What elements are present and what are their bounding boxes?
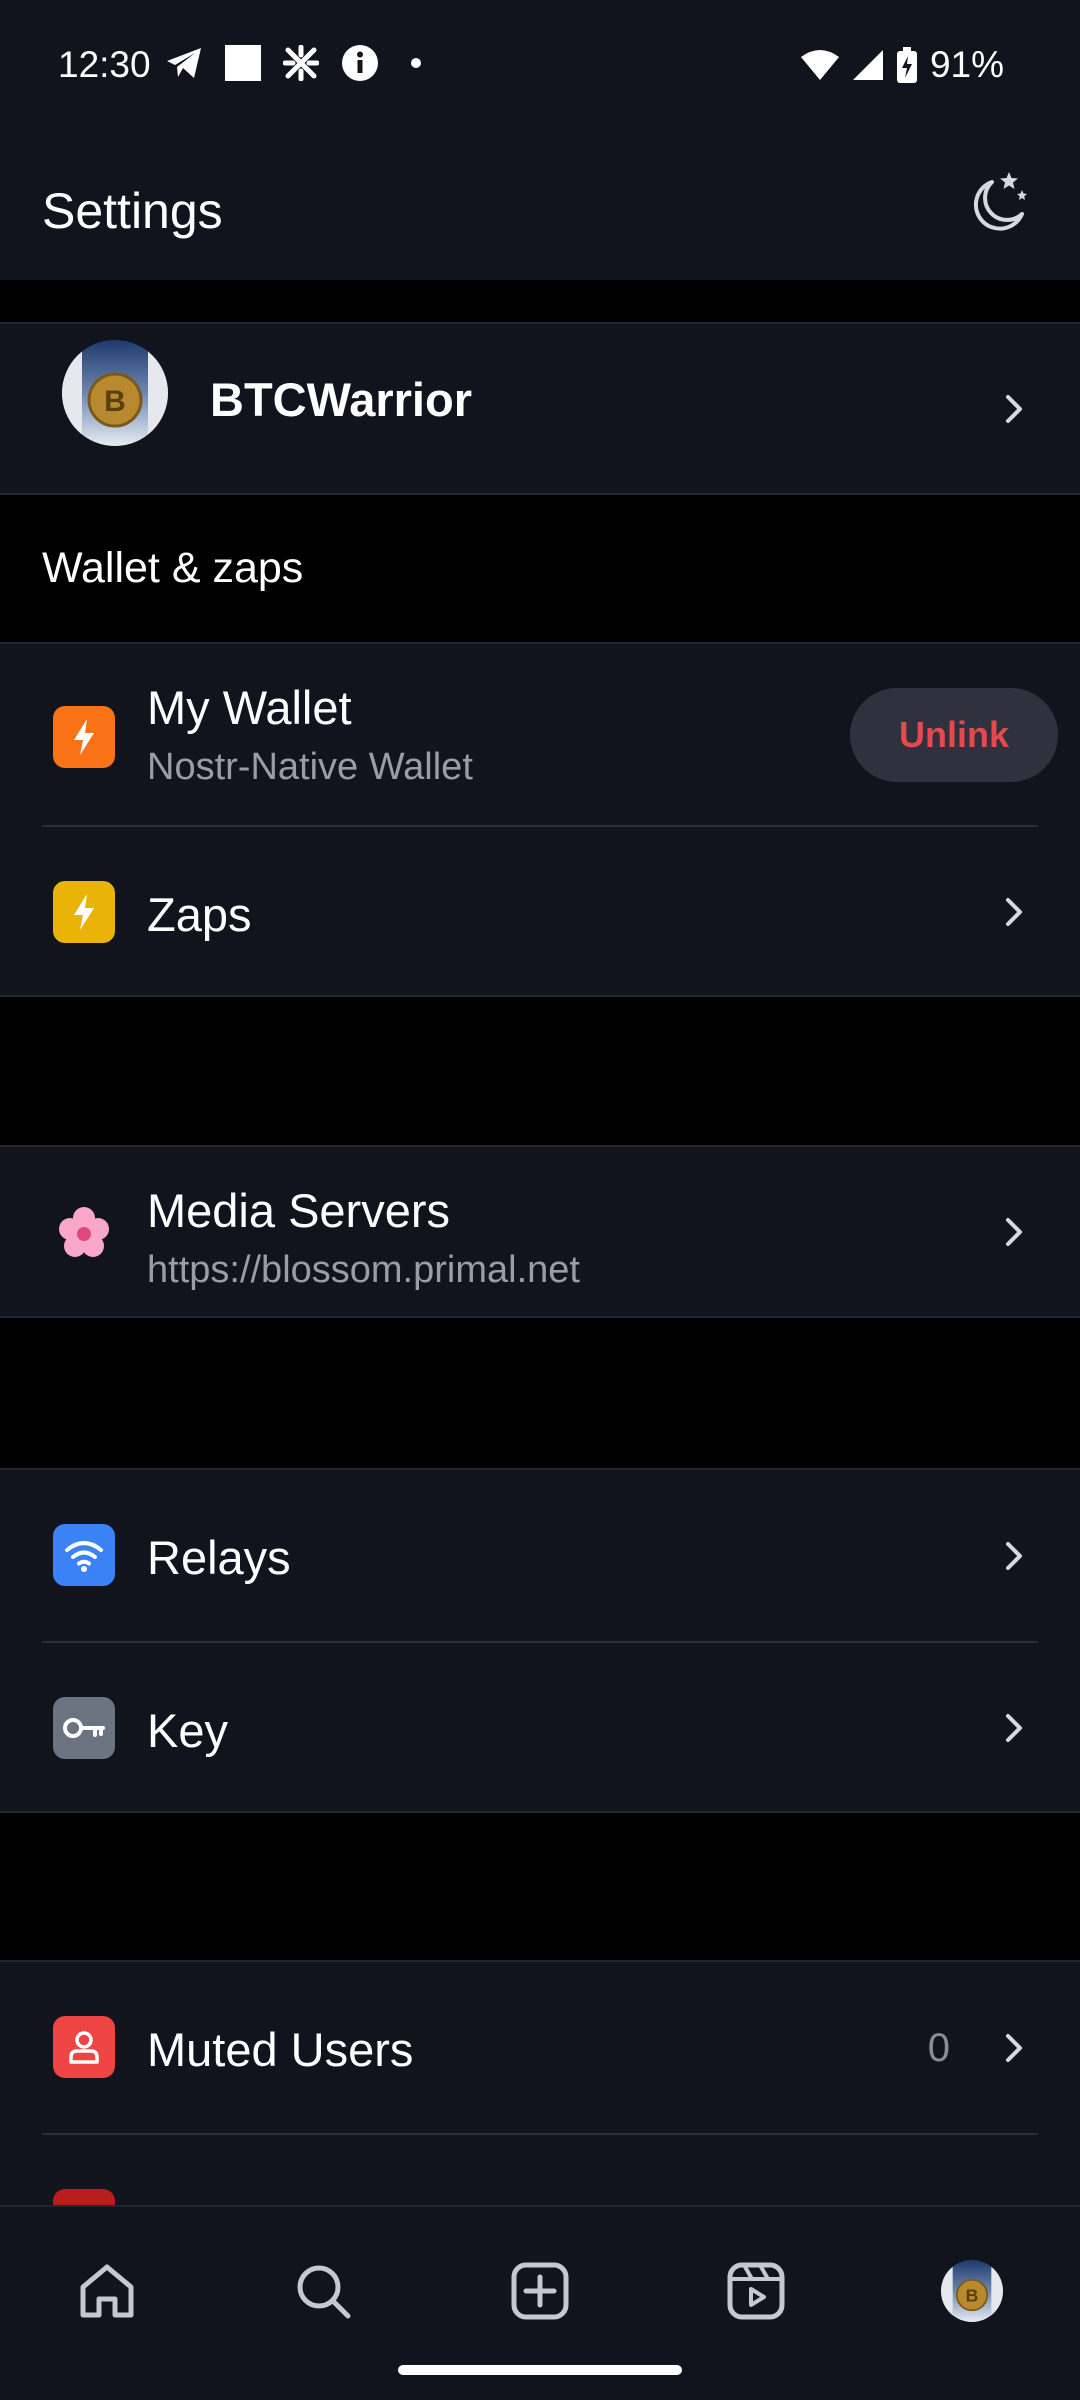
home-icon: [80, 2264, 134, 2318]
svg-text:B: B: [966, 2286, 979, 2306]
chevron-right-icon: [1006, 1541, 1022, 1570]
bolt-icon: [74, 719, 94, 755]
status-time: 12:30: [58, 44, 151, 85]
key-row[interactable]: Key: [0, 1643, 1080, 1813]
profile-row[interactable]: B BTCWarrior: [0, 322, 1080, 495]
media-servers-title: Media Servers: [147, 1184, 450, 1237]
chevron-right-icon: [1006, 1714, 1022, 1742]
svg-text:B: B: [104, 385, 126, 418]
media-servers-row[interactable]: Media Servers https://blossom.primal.net: [0, 1145, 1080, 1318]
chevron-right-icon: [1006, 395, 1022, 423]
user-icon: [69, 2031, 99, 2064]
key-icon-box: [53, 1697, 115, 1759]
my-wallet-title: My Wallet: [147, 681, 352, 734]
nav-reels[interactable]: [724, 2259, 788, 2323]
chevron-right-icon: [1006, 898, 1022, 926]
my-wallet-row[interactable]: My Wallet Nostr-Native Wallet Unlink: [0, 644, 1080, 825]
unlink-button[interactable]: Unlink: [850, 688, 1058, 782]
nav-profile[interactable]: B: [940, 2259, 1004, 2323]
reels-icon: [727, 2262, 785, 2320]
status-bar: 12:30 91%: [0, 0, 1080, 130]
pinwheel-icon: [283, 45, 319, 81]
relays-row[interactable]: Relays: [0, 1470, 1080, 1641]
zaps-row[interactable]: Zaps: [0, 827, 1080, 997]
muted-icon-box: [53, 2016, 115, 2078]
moderation-group: Muted Users 0: [0, 1960, 1080, 2251]
status-notification-icons: [165, 44, 431, 82]
app-bar: Settings: [0, 130, 1080, 280]
section-label-wallet: Wallet & zaps: [42, 544, 304, 592]
status-system-icons: 91%: [800, 44, 1004, 86]
wifi-icon: [65, 1541, 103, 1572]
media-icon-box: [53, 1202, 115, 1264]
wallet-icon-box: [53, 706, 115, 768]
zaps-icon-box: [53, 881, 115, 943]
signal-icon: [852, 50, 883, 80]
bolt-icon: [74, 894, 94, 930]
add-post-icon: [511, 2262, 569, 2320]
dot-icon: [411, 58, 421, 68]
muted-users-count: 0: [927, 2026, 950, 2070]
zaps-title: Zaps: [147, 888, 252, 941]
nav-search[interactable]: [291, 2259, 355, 2323]
chevron-right-icon: [1006, 2033, 1022, 2062]
key-title: Key: [147, 1704, 228, 1757]
avatar: B: [62, 340, 168, 446]
theme-toggle-button[interactable]: [962, 168, 1032, 238]
my-wallet-subtitle: Nostr-Native Wallet: [147, 746, 473, 788]
battery-charging-icon: [896, 47, 917, 83]
telegram-icon: [167, 48, 201, 78]
network-group: Relays Key: [0, 1468, 1080, 1813]
muted-users-row[interactable]: Muted Users 0: [0, 1962, 1080, 2133]
home-indicator: [398, 2365, 682, 2375]
key-icon: [63, 1718, 105, 1738]
profile-name: BTCWarrior: [210, 373, 472, 426]
wifi-icon: [800, 50, 839, 80]
media-servers-url: https://blossom.primal.net: [147, 1249, 580, 1291]
blossom-icon: [59, 1207, 109, 1257]
stop-square-icon: [225, 45, 261, 81]
nav-home[interactable]: [75, 2259, 139, 2323]
moon-stars-icon: [973, 172, 1027, 231]
chevron-right-icon: [1006, 1217, 1022, 1246]
battery-percent: 91%: [929, 44, 1004, 85]
muted-users-title: Muted Users: [147, 2023, 414, 2076]
nav-new-post[interactable]: [508, 2259, 572, 2323]
wallet-group: My Wallet Nostr-Native Wallet Unlink Zap…: [0, 642, 1080, 997]
info-icon: [342, 45, 378, 81]
relays-title: Relays: [147, 1531, 291, 1584]
relays-icon-box: [53, 1524, 115, 1586]
profile-avatar: B: [941, 2260, 1003, 2322]
search-icon: [297, 2265, 351, 2319]
page-title: Settings: [42, 183, 223, 239]
